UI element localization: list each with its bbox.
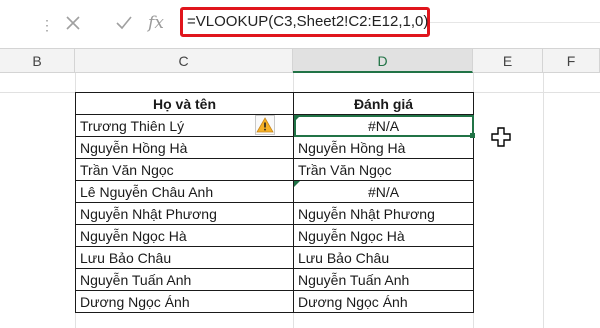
cancel-x-icon[interactable] — [62, 12, 84, 34]
table-row: Lưu Bảo Châu Lưu Bảo Châu — [75, 246, 474, 269]
name-cell[interactable]: Nguyễn Tuấn Anh — [75, 268, 294, 291]
result-cell[interactable]: Nguyễn Tuấn Anh — [293, 268, 474, 291]
table-header-row: Họ và tên Đánh giá — [75, 92, 474, 115]
column-header-C[interactable]: C — [75, 49, 293, 73]
name-cell[interactable]: Nguyễn Ngọc Hà — [75, 224, 294, 247]
table-row: Nguyễn Tuấn Anh Nguyễn Tuấn Anh — [75, 268, 474, 291]
result-cell[interactable]: Dương Ngọc Ánh — [293, 290, 474, 313]
name-cell[interactable]: Nguyễn Hồng Hà — [75, 136, 294, 159]
fill-handle[interactable] — [470, 133, 475, 138]
formula-bar: ⋮ fx =VLOOKUP(C3,Sheet2!C2:E12,1,0) — [0, 0, 600, 48]
more-dots-icon[interactable]: ⋮ — [40, 17, 55, 34]
result-cell[interactable]: Lưu Bảo Châu — [293, 246, 474, 269]
enter-check-icon[interactable] — [113, 12, 135, 34]
table-row: Trần Văn Ngọc Trần Văn Ngọc — [75, 158, 474, 181]
warning-triangle-icon[interactable] — [255, 115, 275, 135]
column-header-F[interactable]: F — [543, 49, 600, 73]
header-name[interactable]: Họ và tên — [75, 92, 294, 115]
error-indicator-triangle-icon — [294, 116, 300, 122]
gridline — [543, 73, 544, 328]
result-cell[interactable]: Nguyễn Ngọc Hà — [293, 224, 474, 247]
formula-bar-divider — [430, 22, 600, 23]
name-cell[interactable]: Dương Ngọc Ánh — [75, 290, 294, 313]
table-row: Nguyễn Ngọc Hà Nguyễn Ngọc Hà — [75, 224, 474, 247]
name-cell[interactable]: Trần Văn Ngọc — [75, 158, 294, 181]
result-cell[interactable]: #N/A — [293, 180, 474, 203]
column-header-B[interactable]: B — [0, 49, 75, 73]
result-cell[interactable]: Nguyễn Hồng Hà — [293, 136, 474, 159]
table-row: Nguyễn Nhật Phương Nguyễn Nhật Phương — [75, 202, 474, 225]
name-cell[interactable]: Nguyễn Nhật Phương — [75, 202, 294, 225]
table-row: Dương Ngọc Ánh Dương Ngọc Ánh — [75, 290, 474, 313]
column-header-E[interactable]: E — [473, 49, 543, 73]
insert-function-icon[interactable]: fx — [145, 12, 167, 34]
column-header-D[interactable]: D — [293, 49, 473, 73]
name-cell[interactable]: Lưu Bảo Châu — [75, 246, 294, 269]
result-cell[interactable]: Nguyễn Nhật Phương — [293, 202, 474, 225]
name-cell[interactable]: Lê Nguyễn Châu Anh — [75, 180, 294, 203]
formula-input[interactable]: =VLOOKUP(C3,Sheet2!C2:E12,1,0) — [180, 7, 430, 37]
result-cell[interactable]: Trần Văn Ngọc — [293, 158, 474, 181]
error-indicator-triangle-icon — [294, 181, 300, 187]
result-cell-selected[interactable]: #N/A — [293, 114, 474, 137]
table-row: Lê Nguyễn Châu Anh #N/A — [75, 180, 474, 203]
cell-select-cross-cursor-icon — [491, 127, 511, 152]
header-rating[interactable]: Đánh giá — [293, 92, 474, 115]
table-row: Nguyễn Hồng Hà Nguyễn Hồng Hà — [75, 136, 474, 159]
